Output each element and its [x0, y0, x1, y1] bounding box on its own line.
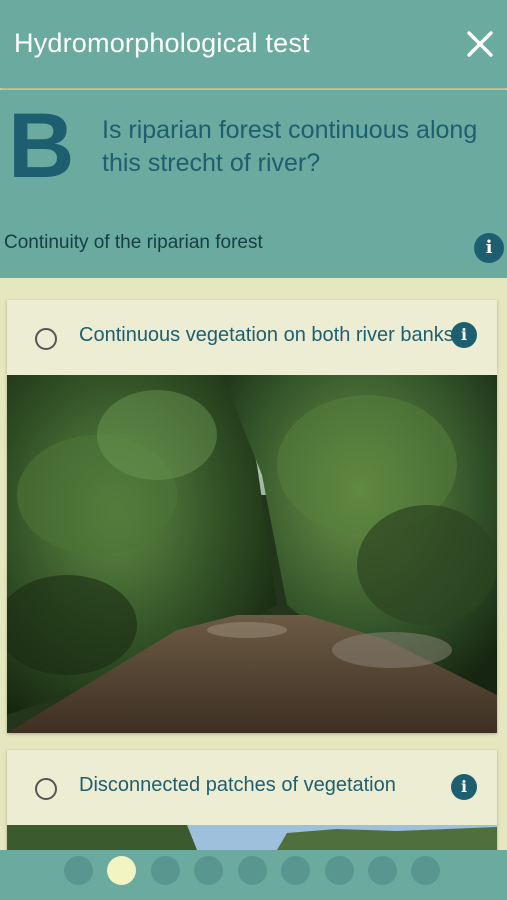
option-info-button[interactable]: i — [451, 322, 477, 348]
info-icon: i — [485, 237, 493, 258]
question-info-button[interactable]: i — [474, 233, 504, 263]
question-text: Is riparian forest continuous along this… — [102, 116, 478, 177]
option-card[interactable]: Continuous vegetation on both river bank… — [7, 300, 497, 733]
riparian-forest-photo — [7, 375, 497, 733]
page-dot[interactable] — [281, 856, 310, 885]
question-subtitle: Continuity of the riparian forest — [4, 232, 263, 253]
close-button[interactable] — [462, 26, 498, 62]
option-info-button[interactable]: i — [451, 774, 477, 800]
info-icon: i — [460, 777, 468, 796]
page-dot[interactable] — [325, 856, 354, 885]
page-dot[interactable] — [194, 856, 223, 885]
page-dot-active[interactable] — [107, 856, 136, 885]
page-dot[interactable] — [411, 856, 440, 885]
option-label: Disconnected patches of vegetation — [79, 774, 396, 796]
option-photo — [7, 375, 497, 733]
question-panel: B Is riparian forest continuous along th… — [0, 90, 507, 278]
option-label: Continuous vegetation on both river bank… — [79, 324, 454, 346]
question-letter: B — [8, 95, 75, 197]
page-dot[interactable] — [238, 856, 267, 885]
option-photo — [7, 825, 497, 850]
option-card[interactable]: Disconnected patches of vegetation i — [7, 750, 497, 850]
app-bar: Hydromorphological test — [0, 0, 507, 88]
page-dot[interactable] — [64, 856, 93, 885]
page-dot[interactable] — [151, 856, 180, 885]
page-title: Hydromorphological test — [14, 28, 310, 58]
option-radio[interactable] — [35, 328, 57, 350]
info-icon: i — [460, 325, 468, 344]
vegetation-patches-photo — [7, 825, 497, 850]
page-dot[interactable] — [368, 856, 397, 885]
option-radio[interactable] — [35, 778, 57, 800]
close-icon — [467, 31, 493, 57]
